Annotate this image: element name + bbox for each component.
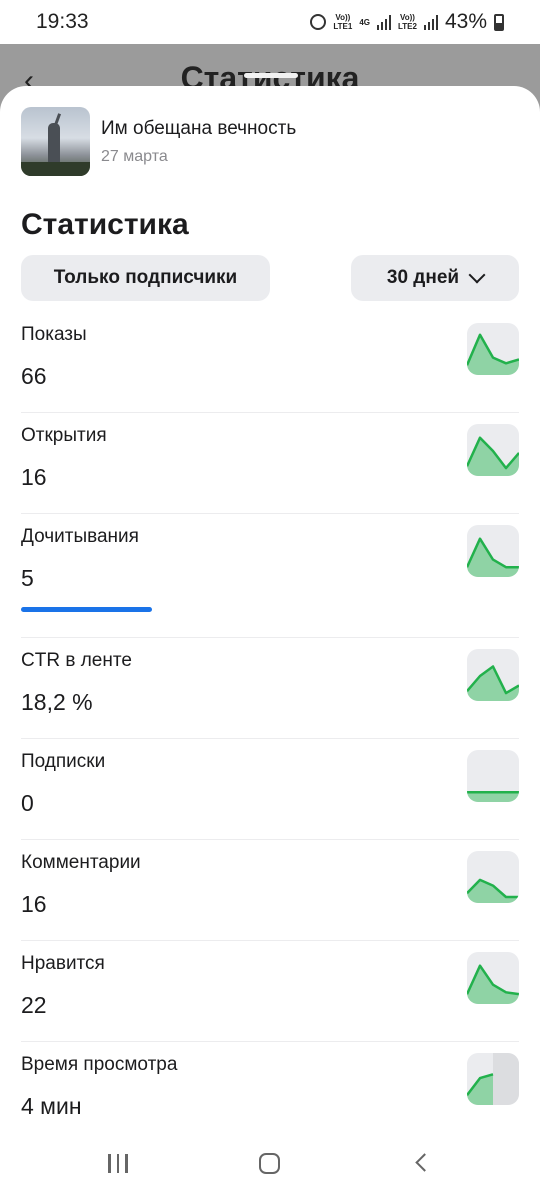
status-bar: 19:33 Vo)) LTE1 4G Vo)) LTE2 43% xyxy=(0,0,540,44)
metric-progress-bar xyxy=(21,607,152,612)
metric-value: 16 xyxy=(21,891,47,917)
subscribers-only-filter[interactable]: Только подписчики xyxy=(21,255,270,301)
metric-row[interactable]: Показы 66 xyxy=(21,312,519,413)
metric-value: 0 xyxy=(21,790,34,816)
back-icon[interactable] xyxy=(415,1153,434,1172)
metric-sparkline xyxy=(467,1053,519,1105)
metric-label: Подписки xyxy=(21,751,106,772)
article-thumbnail xyxy=(21,107,90,176)
battery-percent: 43% xyxy=(444,10,487,33)
metric-sparkline xyxy=(467,525,519,577)
metric-row[interactable]: Подписки 0 xyxy=(21,739,519,840)
article-date: 27 марта xyxy=(101,147,168,165)
sim1-label: Vo)) LTE1 xyxy=(333,13,353,31)
battery-icon xyxy=(494,13,504,31)
metric-label: Нравится xyxy=(21,953,105,974)
metric-label: Комментарии xyxy=(21,852,141,873)
metric-value: 4 мин xyxy=(21,1093,82,1119)
metric-label: Время просмотра xyxy=(21,1054,178,1075)
metric-sparkline xyxy=(467,323,519,375)
statistics-sheet: Им обещана вечность 27 марта Статистика … xyxy=(0,73,540,1200)
metric-label: CTR в ленте xyxy=(21,650,132,671)
metric-sparkline xyxy=(467,952,519,1004)
sheet-drag-handle[interactable] xyxy=(244,73,298,78)
signal-icon xyxy=(423,14,438,30)
metric-value: 16 xyxy=(21,464,47,490)
metric-row[interactable]: Дочитывания 5 xyxy=(21,514,519,638)
alarm-icon xyxy=(310,14,327,30)
chevron-down-icon xyxy=(468,266,486,284)
recent-apps-icon[interactable] xyxy=(108,1154,128,1173)
metric-row[interactable]: Открытия 16 xyxy=(21,413,519,514)
sparkline-area xyxy=(467,792,519,802)
metric-value: 66 xyxy=(21,363,47,389)
metric-sparkline xyxy=(467,649,519,701)
article-title: Им обещана вечность xyxy=(101,117,297,139)
metric-label: Показы xyxy=(21,324,87,345)
sparkline-area xyxy=(467,879,519,903)
metric-row[interactable]: CTR в ленте 18,2 % xyxy=(21,638,519,739)
sim2-label: Vo)) LTE2 xyxy=(398,13,417,31)
metric-value: 22 xyxy=(21,992,47,1018)
metric-value: 18,2 % xyxy=(21,689,93,715)
navigation-bar xyxy=(0,1134,540,1200)
statistics-heading: Статистика xyxy=(21,208,189,241)
metric-row[interactable]: Нравится 22 xyxy=(21,941,519,1042)
filters: Только подписчики 30 дней xyxy=(21,255,519,301)
metric-label: Дочитывания xyxy=(21,526,139,547)
sparkline-future xyxy=(493,1053,519,1105)
status-icons: Vo)) LTE1 4G Vo)) LTE2 43% xyxy=(310,10,504,34)
metric-sparkline xyxy=(467,750,519,802)
metric-row[interactable]: Комментарии 16 xyxy=(21,840,519,941)
metric-sparkline xyxy=(467,851,519,903)
metric-value: 5 xyxy=(21,565,34,591)
period-dropdown[interactable]: 30 дней xyxy=(351,255,519,301)
subscribers-only-label: Только подписчики xyxy=(53,267,238,288)
home-icon[interactable] xyxy=(259,1153,280,1174)
signal-icon xyxy=(377,14,391,30)
sparkline-area xyxy=(467,437,519,476)
network-type: 4G xyxy=(359,17,370,27)
metric-sparkline xyxy=(467,424,519,476)
article-card: Им обещана вечность 27 марта xyxy=(21,107,296,176)
metrics-list: Показы 66 Открытия 16 Дочитывания 5 CTR в лент… xyxy=(21,312,519,1166)
period-label: 30 дней xyxy=(386,267,460,288)
sparkline-area xyxy=(467,334,519,375)
status-time: 19:33 xyxy=(36,10,89,33)
metric-label: Открытия xyxy=(21,425,107,446)
screen: 19:33 Vo)) LTE1 4G Vo)) LTE2 43% ‹ Стати… xyxy=(0,0,540,1200)
